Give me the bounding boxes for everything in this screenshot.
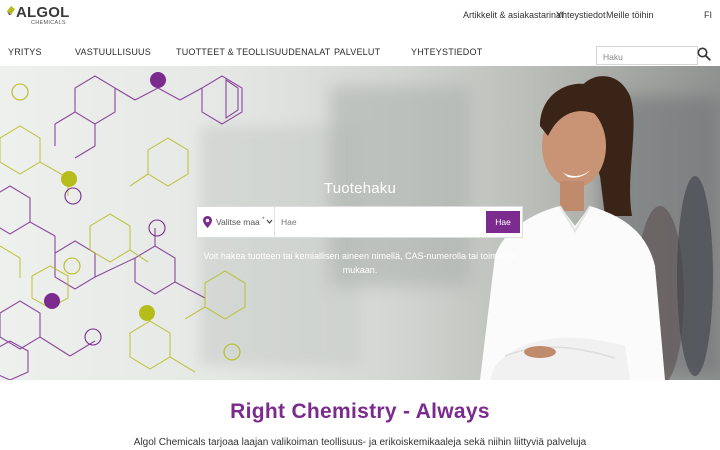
nav-item-tuotteet[interactable]: TUOTTEET & TEOLLISUUDENALAT	[176, 47, 330, 57]
contact-link[interactable]: Yhteystiedot	[556, 10, 606, 20]
country-select[interactable]: Valitse maa *	[197, 207, 275, 237]
nav-item-yritys[interactable]: YRITYS	[8, 47, 42, 57]
intro-text: Algol Chemicals tarjoaa laajan valikoima…	[133, 437, 587, 448]
product-search-bar: Valitse maa * Hae	[196, 206, 523, 238]
logo-wordmark: ALGOL	[16, 4, 70, 21]
main-navigation: YRITYS VASTUULLISUUS TUOTTEET & TEOLLISU…	[0, 36, 720, 66]
careers-link[interactable]: Meille töihin	[606, 10, 654, 20]
articles-link[interactable]: Artikkelit & asiakastarinat	[463, 10, 564, 20]
hero-description: Voit hakea tuotteen tai kemiallisen aine…	[203, 251, 517, 275]
chevron-down-icon	[266, 219, 273, 224]
hero-title: Tuotehaku	[323, 180, 397, 197]
hero-banner: Tuotehaku Valitse maa * Hae Voit hakea t…	[0, 66, 720, 380]
algol-logo[interactable]: ALGOL CHEMICALS	[7, 3, 70, 29]
top-bar: ALGOL CHEMICALS Artikkelit & asiakastari…	[0, 0, 720, 36]
tagline-heading: Right Chemistry - Always	[230, 400, 490, 423]
nav-item-vastuullisuus[interactable]: VASTUULLISUUS	[75, 47, 151, 57]
search-button[interactable]: Hae	[486, 211, 520, 233]
country-select-label: Valitse maa *	[216, 217, 265, 227]
nav-item-yhteystiedot[interactable]: YHTEYSTIEDOT	[411, 47, 482, 57]
logo-leaf-icon	[7, 6, 15, 15]
location-pin-icon	[203, 216, 212, 228]
search-icon[interactable]	[697, 47, 711, 61]
logo-subtitle: CHEMICALS	[31, 20, 66, 26]
site-search-input[interactable]	[597, 48, 697, 66]
site-search	[596, 46, 698, 66]
nav-item-palvelut[interactable]: PALVELUT	[334, 47, 380, 57]
language-selector[interactable]: FI	[704, 10, 712, 20]
product-search-input[interactable]	[276, 207, 482, 237]
